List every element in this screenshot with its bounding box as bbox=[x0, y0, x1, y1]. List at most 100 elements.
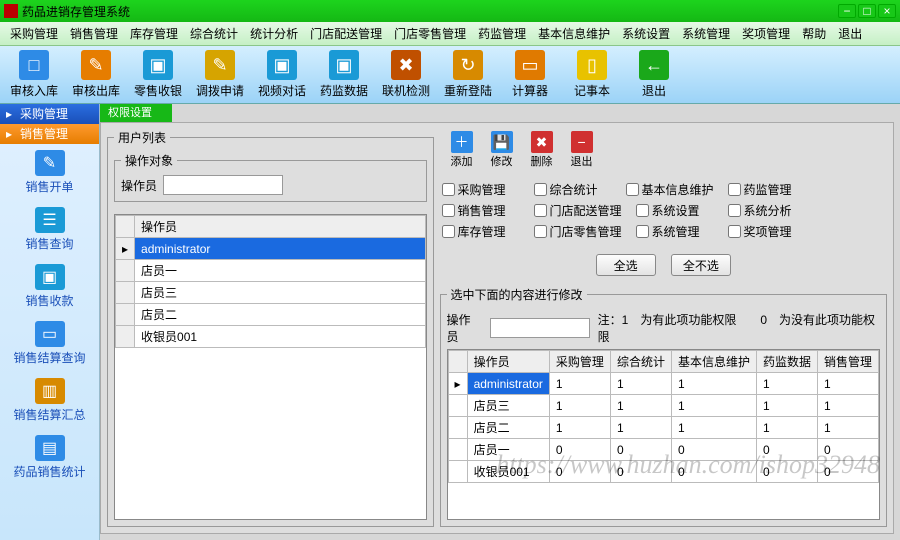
edit-section: 选中下面的内容进行修改 操作员 注：1 为有此项功能权限 0 为没有此项功能权限… bbox=[440, 286, 887, 527]
toolbar-button[interactable]: □审核入库 bbox=[4, 48, 64, 101]
edit-legend: 选中下面的内容进行修改 bbox=[447, 286, 587, 303]
记事本-icon: ▯ bbox=[577, 50, 607, 80]
menu-item[interactable]: 门店配送管理 bbox=[304, 25, 388, 42]
toolbar-button[interactable]: ↻重新登陆 bbox=[438, 48, 498, 101]
toolbar-button[interactable]: ▣药监数据 bbox=[314, 48, 374, 101]
perm-checkbox[interactable]: 系统分析 bbox=[728, 202, 806, 219]
menu-item[interactable]: 基本信息维护 bbox=[532, 25, 616, 42]
hint-text: 注：1 为有此项功能权限 0 为没有此项功能权限 bbox=[598, 311, 880, 345]
menubar: 采购管理销售管理库存管理综合统计统计分析门店配送管理门店零售管理药监管理基本信息… bbox=[0, 22, 900, 46]
perm-checkbox[interactable]: 采购管理 bbox=[442, 181, 520, 198]
panel-tab[interactable]: 权限设置 bbox=[100, 104, 172, 122]
table-row[interactable]: 店员三 bbox=[116, 282, 426, 304]
toolbar-button[interactable]: ✎调拨申请 bbox=[190, 48, 250, 101]
审核出库-icon: ✎ bbox=[81, 50, 111, 80]
perm-checkbox[interactable]: 门店零售管理 bbox=[534, 223, 622, 240]
nav-header-purchase[interactable]: 采购管理 bbox=[0, 104, 99, 124]
nav-item[interactable]: ✎销售开单 bbox=[0, 144, 99, 201]
nav-item[interactable]: ▣销售收款 bbox=[0, 258, 99, 315]
user-list-legend: 用户列表 bbox=[114, 129, 170, 146]
maximize-button[interactable]: □ bbox=[858, 4, 876, 18]
nav-item[interactable]: ☰销售查询 bbox=[0, 201, 99, 258]
table-row[interactable]: ▸administrator11111 bbox=[448, 373, 878, 395]
close-button[interactable]: × bbox=[878, 4, 896, 18]
side-nav: 采购管理 销售管理 ✎销售开单☰销售查询▣销售收款▭销售结算查询▥销售结算汇总▤… bbox=[0, 104, 100, 540]
零售收银-icon: ▣ bbox=[143, 50, 173, 80]
perm-checkbox[interactable]: 药监管理 bbox=[728, 181, 806, 198]
app-icon bbox=[4, 4, 18, 18]
menu-item[interactable]: 系统管理 bbox=[676, 25, 736, 42]
menu-item[interactable]: 综合统计 bbox=[184, 25, 244, 42]
permission-checkboxes: 采购管理综合统计基本信息维护药监管理销售管理门店配送管理系统设置系统分析库存管理… bbox=[440, 177, 887, 244]
action-button[interactable]: −退出 bbox=[564, 131, 600, 169]
main-area: 权限设置 用户列表 操作对象 操作员 操作员 ▸administrator店员一… bbox=[100, 104, 900, 540]
action-icon: ＋ bbox=[451, 131, 473, 153]
nav-icon: ✎ bbox=[35, 150, 65, 176]
table-row[interactable]: 店员二11111 bbox=[448, 417, 878, 439]
window-titlebar: 药品进销存管理系统 − □ × bbox=[0, 0, 900, 22]
审核入库-icon: □ bbox=[19, 50, 49, 80]
toolbar: □审核入库✎审核出库▣零售收银✎调拨申请▣视频对话▣药监数据✖联机检测↻重新登陆… bbox=[0, 46, 900, 104]
toolbar-button[interactable]: ✖联机检测 bbox=[376, 48, 436, 101]
toolbar-button[interactable]: ▭计算器 bbox=[500, 48, 560, 101]
action-icon: − bbox=[571, 131, 593, 153]
nav-item[interactable]: ▥销售结算汇总 bbox=[0, 372, 99, 429]
operator-label: 操作员 bbox=[121, 177, 157, 194]
toolbar-button[interactable]: ✎审核出库 bbox=[66, 48, 126, 101]
perm-checkbox[interactable]: 奖项管理 bbox=[728, 223, 806, 240]
menu-item[interactable]: 系统设置 bbox=[616, 25, 676, 42]
menu-item[interactable]: 库存管理 bbox=[124, 25, 184, 42]
nav-item[interactable]: ▭销售结算查询 bbox=[0, 315, 99, 372]
toolbar-button[interactable]: ▯记事本 bbox=[562, 48, 622, 101]
nav-item[interactable]: ▤药品销售统计 bbox=[0, 429, 99, 486]
operator-search-group: 操作对象 操作员 bbox=[114, 152, 427, 202]
action-button[interactable]: ✖删除 bbox=[524, 131, 560, 169]
menu-item[interactable]: 退出 bbox=[832, 25, 868, 42]
menu-item[interactable]: 奖项管理 bbox=[736, 25, 796, 42]
menu-item[interactable]: 销售管理 bbox=[64, 25, 124, 42]
perm-checkbox[interactable]: 系统设置 bbox=[636, 202, 714, 219]
perm-checkbox[interactable]: 门店配送管理 bbox=[534, 202, 622, 219]
menu-item[interactable]: 药监管理 bbox=[472, 25, 532, 42]
toolbar-button[interactable]: ▣视频对话 bbox=[252, 48, 312, 101]
select-all-button[interactable]: 全选 bbox=[596, 254, 656, 276]
action-icon: ✖ bbox=[531, 131, 553, 153]
operator-input[interactable] bbox=[163, 175, 283, 195]
permission-grid[interactable]: 操作员采购管理综合统计基本信息维护药监数据销售管理▸administrator1… bbox=[447, 349, 880, 520]
table-row[interactable]: 店员三11111 bbox=[448, 395, 878, 417]
perm-checkbox[interactable]: 系统管理 bbox=[636, 223, 714, 240]
hint-operator-input[interactable] bbox=[490, 318, 590, 338]
调拨申请-icon: ✎ bbox=[205, 50, 235, 80]
nav-icon: ☰ bbox=[35, 207, 65, 233]
operator-grid[interactable]: 操作员 ▸administrator店员一店员三店员二收银员001 bbox=[114, 214, 427, 520]
视频对话-icon: ▣ bbox=[267, 50, 297, 80]
perm-checkbox[interactable]: 销售管理 bbox=[442, 202, 520, 219]
action-button[interactable]: 💾修改 bbox=[484, 131, 520, 169]
toolbar-button[interactable]: ▣零售收银 bbox=[128, 48, 188, 101]
table-row[interactable]: 店员一 bbox=[116, 260, 426, 282]
table-row[interactable]: 店员二 bbox=[116, 304, 426, 326]
menu-item[interactable]: 帮助 bbox=[796, 25, 832, 42]
perm-checkbox[interactable]: 综合统计 bbox=[534, 181, 612, 198]
menu-item[interactable]: 采购管理 bbox=[4, 25, 64, 42]
window-title: 药品进销存管理系统 bbox=[22, 3, 836, 20]
select-none-button[interactable]: 全不选 bbox=[671, 254, 731, 276]
table-row[interactable]: 收银员00100000 bbox=[448, 461, 878, 483]
nav-icon: ▤ bbox=[35, 435, 65, 461]
perm-checkbox[interactable]: 基本信息维护 bbox=[626, 181, 714, 198]
operator-search-legend: 操作对象 bbox=[121, 152, 177, 169]
toolbar-button[interactable]: ←退出 bbox=[624, 48, 684, 101]
nav-header-sales[interactable]: 销售管理 bbox=[0, 124, 99, 144]
menu-item[interactable]: 统计分析 bbox=[244, 25, 304, 42]
table-row[interactable]: 收银员001 bbox=[116, 326, 426, 348]
menu-item[interactable]: 门店零售管理 bbox=[388, 25, 472, 42]
perm-checkbox[interactable]: 库存管理 bbox=[442, 223, 520, 240]
operator-grid-header: 操作员 bbox=[135, 216, 426, 238]
minimize-button[interactable]: − bbox=[838, 4, 856, 18]
退出-icon: ← bbox=[639, 50, 669, 80]
user-list-group: 用户列表 操作对象 操作员 操作员 ▸administrator店员一店员三店员… bbox=[107, 129, 434, 527]
action-icon: 💾 bbox=[491, 131, 513, 153]
action-button[interactable]: ＋添加 bbox=[444, 131, 480, 169]
table-row[interactable]: ▸administrator bbox=[116, 238, 426, 260]
table-row[interactable]: 店员一00000 bbox=[448, 439, 878, 461]
